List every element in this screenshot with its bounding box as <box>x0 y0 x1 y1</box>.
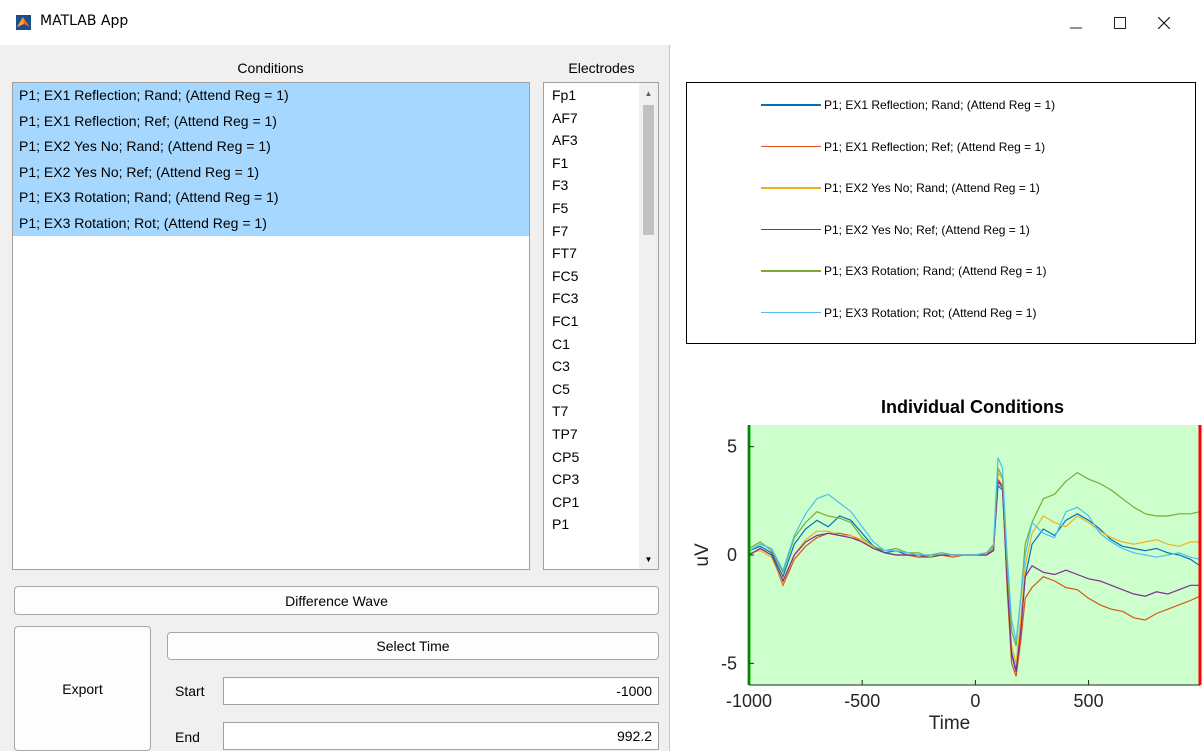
legend-line-swatch <box>761 270 821 272</box>
electrode-item[interactable]: F3 <box>544 174 641 197</box>
legend-line-swatch <box>761 228 821 231</box>
maximize-button[interactable] <box>1100 8 1140 38</box>
end-time-field[interactable]: 992.2 <box>223 722 659 750</box>
electrode-item[interactable]: FC5 <box>544 265 641 288</box>
electrode-item[interactable]: TP7 <box>544 423 641 446</box>
close-icon <box>1158 17 1170 29</box>
erp-chart[interactable]: -1000 -500 0 500 -5 0 5 Time uV <box>670 420 1203 751</box>
legend-entry: P1; EX3 Rotation; Rand; (Attend Reg = 1) <box>761 261 1046 281</box>
electrode-item[interactable]: F5 <box>544 197 641 220</box>
end-label: End <box>175 729 200 745</box>
electrode-item[interactable]: FC1 <box>544 310 641 333</box>
y-axis-label: uV <box>692 543 713 567</box>
legend-label: P1; EX1 Reflection; Rand; (Attend Reg = … <box>824 98 1056 112</box>
legend-label: P1; EX2 Yes No; Rand; (Attend Reg = 1) <box>824 181 1040 195</box>
electrodes-header: Electrodes <box>568 60 635 76</box>
start-label: Start <box>175 683 205 699</box>
x-tick-label: -500 <box>844 691 880 711</box>
electrode-item[interactable]: CP5 <box>544 446 641 469</box>
minimize-button[interactable] <box>1056 8 1096 38</box>
electrode-item[interactable]: F1 <box>544 152 641 175</box>
x-tick-label: 500 <box>1074 691 1104 711</box>
select-time-button[interactable]: Select Time <box>167 632 659 660</box>
window-title: MATLAB App <box>40 13 129 29</box>
conditions-listbox[interactable]: P1; EX1 Reflection; Rand; (Attend Reg = … <box>12 82 530 570</box>
electrode-item[interactable]: CP1 <box>544 491 641 514</box>
chart-legend: P1; EX1 Reflection; Rand; (Attend Reg = … <box>686 82 1196 344</box>
condition-item[interactable]: P1; EX3 Rotation; Rot; (Attend Reg = 1) <box>13 210 529 236</box>
y-tick-label: -5 <box>721 653 737 673</box>
condition-item[interactable]: P1; EX1 Reflection; Ref; (Attend Reg = 1… <box>13 108 529 134</box>
x-tick-label: 0 <box>970 691 980 711</box>
minimize-icon <box>1070 27 1082 29</box>
legend-line-swatch <box>761 311 821 314</box>
condition-item[interactable]: P1; EX2 Yes No; Rand; (Attend Reg = 1) <box>13 134 529 160</box>
electrodes-listbox[interactable]: Fp1 AF7 AF3 F1 F3 F5 F7 FT7 FC5 FC3 FC1 C1 C3 C5 T7 TP7… <box>543 82 659 570</box>
condition-item[interactable]: P1; EX2 Yes No; Ref; (Attend Reg = 1) <box>13 159 529 185</box>
condition-item[interactable]: P1; EX1 Reflection; Rand; (Attend Reg = … <box>13 83 529 109</box>
legend-label: P1; EX2 Yes No; Ref; (Attend Reg = 1) <box>824 222 1030 237</box>
electrode-item[interactable]: C1 <box>544 333 641 356</box>
legend-line-swatch <box>761 145 821 148</box>
electrode-item[interactable]: T7 <box>544 400 641 423</box>
export-button[interactable]: Export <box>14 626 151 751</box>
y-tick-label: 5 <box>727 437 737 457</box>
difference-wave-button[interactable]: Difference Wave <box>14 586 659 615</box>
legend-entry: P1; EX2 Yes No; Ref; (Attend Reg = 1) <box>761 220 1030 240</box>
chart-title: Individual Conditions <box>881 397 1064 417</box>
legend-entry: P1; EX1 Reflection; Ref; (Attend Reg = 1… <box>761 137 1045 157</box>
electrodes-scrollbar[interactable]: ▲ ▼ <box>639 83 658 569</box>
electrode-item[interactable]: P1 <box>544 513 641 536</box>
electrode-item[interactable]: AF7 <box>544 107 641 130</box>
x-tick-label: -1000 <box>726 691 772 711</box>
scroll-up-arrow-icon[interactable]: ▲ <box>639 83 658 103</box>
electrode-item[interactable]: FC3 <box>544 287 641 310</box>
start-time-field[interactable]: -1000 <box>223 677 659 705</box>
legend-entry: P1; EX1 Reflection; Rand; (Attend Reg = … <box>761 95 1055 115</box>
scrollbar-thumb[interactable] <box>643 105 654 235</box>
legend-line-swatch <box>761 187 821 189</box>
electrode-item[interactable]: CP3 <box>544 468 641 491</box>
electrode-item[interactable]: AF3 <box>544 129 641 152</box>
electrode-item[interactable]: F7 <box>544 220 641 243</box>
x-axis-label: Time <box>929 713 971 734</box>
y-tick-label: 0 <box>727 545 737 565</box>
legend-label: P1; EX1 Reflection; Ref; (Attend Reg = 1… <box>824 139 1046 154</box>
electrode-item[interactable]: C3 <box>544 355 641 378</box>
electrode-item[interactable]: FT7 <box>544 242 641 265</box>
close-button[interactable] <box>1144 8 1184 38</box>
scroll-down-arrow-icon[interactable]: ▼ <box>639 549 658 569</box>
electrode-item[interactable]: C5 <box>544 378 641 401</box>
legend-label: P1; EX3 Rotation; Rand; (Attend Reg = 1) <box>824 264 1047 278</box>
title-bar: MATLAB App <box>0 0 1203 45</box>
condition-item[interactable]: P1; EX3 Rotation; Rand; (Attend Reg = 1) <box>13 185 529 211</box>
electrode-item[interactable]: Fp1 <box>544 84 641 107</box>
legend-label: P1; EX3 Rotation; Rot; (Attend Reg = 1) <box>824 305 1037 320</box>
legend-entry: P1; EX2 Yes No; Rand; (Attend Reg = 1) <box>761 178 1040 198</box>
legend-line-swatch <box>761 104 821 106</box>
maximize-icon <box>1114 17 1126 29</box>
matlab-logo-icon <box>16 15 31 30</box>
legend-entry: P1; EX3 Rotation; Rot; (Attend Reg = 1) <box>761 303 1036 323</box>
conditions-header: Conditions <box>237 60 304 76</box>
